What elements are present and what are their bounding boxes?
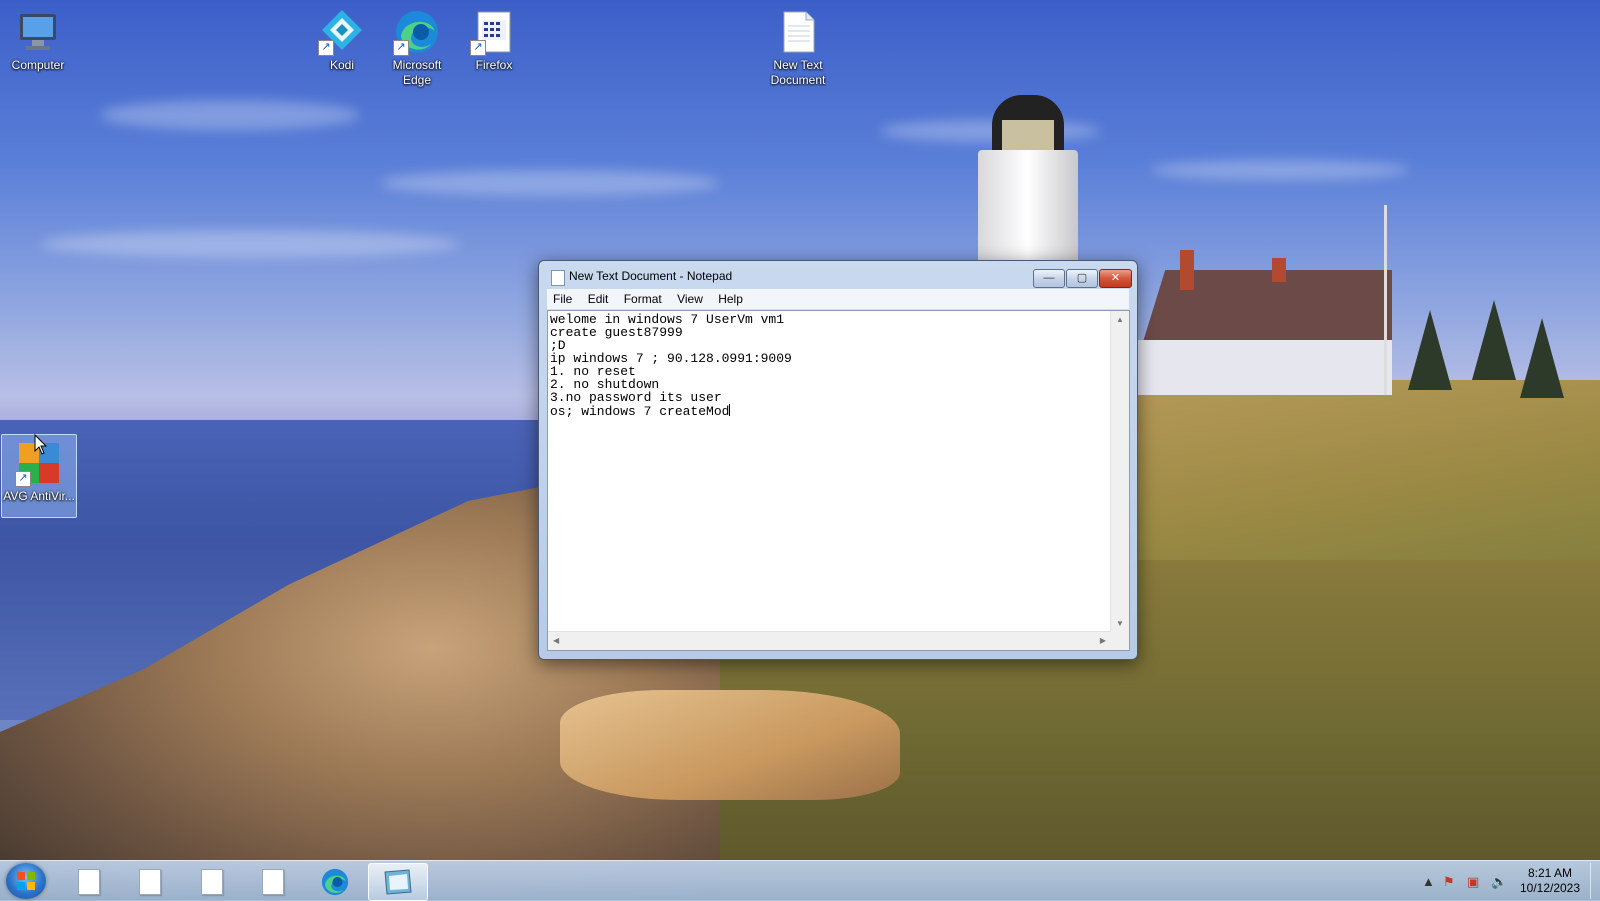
computer-icon [14,8,62,56]
text-document-icon [774,8,822,56]
tree [1472,300,1516,380]
window-title: New Text Document - Notepad [569,269,733,283]
shortcut-arrow-icon: ↗ [318,40,334,56]
windows-logo-icon [17,872,35,890]
notepad-window[interactable]: New Text Document - Notepad — ▢ ✕ File E… [538,260,1138,660]
firefox-icon: ↗ [470,8,518,56]
shortcut-arrow-icon: ↗ [470,40,486,56]
cloud [1150,160,1410,180]
desktop-icon-new-text-document[interactable]: New Text Document [760,4,836,88]
taskbar-button-document[interactable] [244,863,302,899]
flagpole [1384,205,1387,395]
text-editor[interactable]: welome in windows 7 UserVm vm1 create gu… [547,310,1130,651]
menu-help[interactable]: Help [712,289,749,308]
volume-muted-icon[interactable]: 🔈 [1491,874,1507,890]
scroll-left-icon[interactable]: ◀ [553,636,559,645]
cloud [380,170,720,196]
document-icon [139,869,161,895]
menu-file[interactable]: File [547,289,578,308]
horizontal-scrollbar[interactable]: ◀ ▶ [548,631,1111,650]
menu-edit[interactable]: Edit [582,289,615,308]
desktop-icon-computer[interactable]: Computer [0,4,76,73]
desktop-icon-label: Microsoft Edge [392,58,442,87]
action-center-flag-icon[interactable]: ⚑ [1443,874,1455,890]
title-bar[interactable]: New Text Document - Notepad — ▢ ✕ [539,261,1137,289]
maximize-button[interactable]: ▢ [1066,269,1098,288]
text-caret [729,404,731,416]
chimney [1180,250,1194,290]
network-icon[interactable]: ▣ [1467,874,1479,890]
shortcut-arrow-icon: ↗ [393,40,409,56]
desktop-icon-label: New Text Document [770,58,826,87]
rock [560,690,900,800]
menu-format[interactable]: Format [618,289,668,308]
document-icon [78,869,100,895]
desktop-icon-kodi[interactable]: ↗ Kodi [304,4,380,73]
document-icon [201,869,223,895]
taskbar-button-edge[interactable] [306,863,364,899]
house [1122,250,1392,395]
tree [1408,310,1452,390]
desktop-icon-label: AVG AntiVir... [3,489,75,503]
start-button[interactable] [6,863,46,899]
scroll-up-icon[interactable]: ▲ [1116,315,1124,324]
taskbar-button-notepad[interactable] [368,863,428,901]
clock-time: 8:21 AM [1527,866,1573,880]
desktop-icon-label: Firefox [475,58,513,72]
menu-bar: File Edit Format View Help [547,289,1129,310]
cloud [40,230,460,258]
menu-view[interactable]: View [671,289,709,308]
mouse-cursor-icon [34,434,48,455]
resize-grip-icon[interactable] [1111,632,1129,650]
house-body [1122,340,1392,395]
editor-text: welome in windows 7 UserVm vm1 create gu… [550,312,792,419]
show-desktop-button[interactable] [1590,863,1599,899]
scroll-down-icon[interactable]: ▼ [1116,619,1124,628]
desktop-icon-label: Kodi [329,58,355,72]
tree [1520,318,1564,398]
taskbar-button-document[interactable] [183,863,241,899]
taskbar: ▲ ⚑ ▣ 🔈 8:21 AM 10/12/2023 [0,860,1600,901]
document-icon [262,869,284,895]
cloud [880,120,1100,142]
scroll-right-icon[interactable]: ▶ [1100,636,1106,645]
shortcut-arrow-icon: ↗ [15,471,31,487]
vertical-scrollbar[interactable]: ▲ ▼ [1110,311,1129,632]
taskbar-button-document[interactable] [121,863,179,899]
chimney [1272,258,1286,282]
desktop-icon-microsoft-edge[interactable]: ↗ Microsoft Edge [379,4,455,88]
edge-icon [321,868,349,896]
notepad-icon [551,270,565,286]
notepad-icon [384,869,412,895]
edge-icon: ↗ [393,8,441,56]
kodi-icon: ↗ [318,8,366,56]
desktop-icon-firefox[interactable]: ↗ Firefox [456,4,532,73]
lighthouse [978,150,1078,260]
close-button[interactable]: ✕ [1099,269,1132,288]
clock[interactable]: 8:21 AM 10/12/2023 [1510,866,1590,896]
taskbar-button-document[interactable] [60,863,118,899]
show-hidden-icons-icon[interactable]: ▲ [1422,874,1435,889]
house-roof [1143,270,1392,340]
minimize-button[interactable]: — [1033,269,1065,288]
desktop-icon-label: Computer [11,58,65,72]
cloud [100,100,360,130]
lighthouse-glass [1002,120,1054,150]
clock-date: 10/12/2023 [1519,881,1581,895]
editor-content[interactable]: welome in windows 7 UserVm vm1 create gu… [550,313,1109,630]
